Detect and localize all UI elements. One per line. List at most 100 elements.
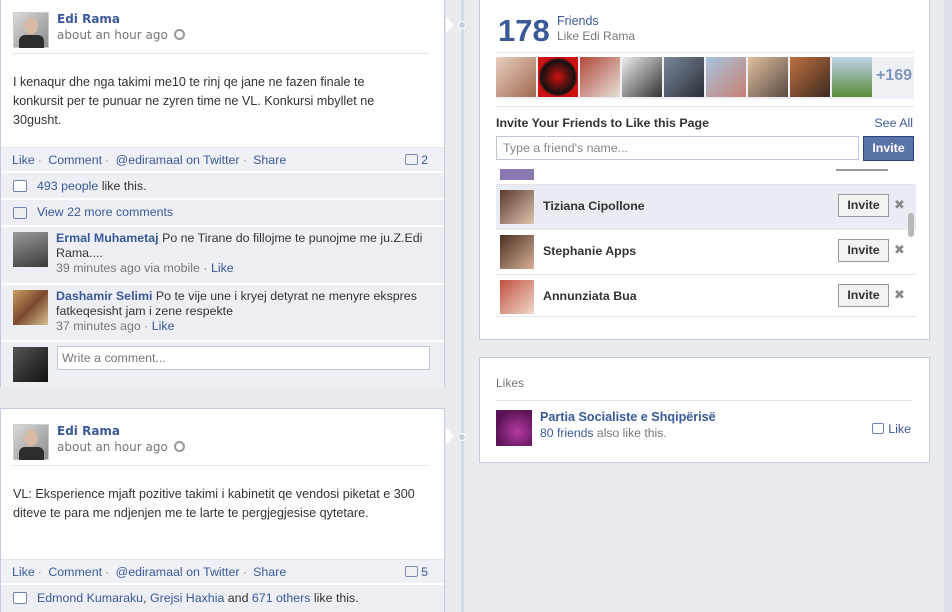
comment-like-link[interactable]: Like xyxy=(211,261,234,275)
comment-icon xyxy=(405,566,419,577)
comments-icon xyxy=(13,207,27,219)
timeline-marker xyxy=(458,21,466,29)
commenter-avatar[interactable] xyxy=(13,290,48,325)
commenter-name[interactable]: Ermal Muhametaj xyxy=(56,231,159,245)
invite-button-edge xyxy=(836,169,888,171)
page-avatar[interactable] xyxy=(496,410,532,446)
timeline-marker xyxy=(458,433,466,441)
post-author[interactable]: Edi Rama xyxy=(57,424,120,438)
invite-friend-button[interactable]: Invite xyxy=(838,239,889,262)
comment-icon xyxy=(405,154,419,165)
friend-photo[interactable] xyxy=(832,57,872,97)
friend-photo[interactable] xyxy=(622,57,662,97)
like-link[interactable]: Like xyxy=(12,565,35,579)
commenter-avatar[interactable] xyxy=(13,232,48,267)
likes-row: Edmond Kumaraku, Grejsi Haxhia and 671 o… xyxy=(1,584,444,612)
comment-time: 37 minutes ago xyxy=(56,319,141,333)
friends-title[interactable]: Friends xyxy=(557,14,599,28)
comment-link[interactable]: Comment xyxy=(48,153,102,167)
commenter-name[interactable]: Dashamir Selimi xyxy=(56,289,152,303)
page-like-button[interactable]: Like xyxy=(872,422,911,436)
twitter-link[interactable]: @ediramaal on Twitter xyxy=(116,565,240,579)
page-scroll-track[interactable] xyxy=(944,0,952,612)
viewer-avatar xyxy=(13,347,48,382)
divider xyxy=(13,53,429,54)
timeline-post: Edi Rama about an hour ago I kenaqur dhe… xyxy=(0,0,454,387)
friend-avatar xyxy=(500,235,534,269)
comment-input[interactable]: Write a comment... xyxy=(57,346,430,370)
divider xyxy=(495,52,914,53)
globe-icon xyxy=(173,441,185,452)
post-pointer xyxy=(446,428,454,444)
post-actions: Like · Comment · @ediramaal on Twitter · Sh… xyxy=(1,147,444,171)
friend-photo[interactable] xyxy=(496,57,536,97)
comment-link[interactable]: Comment xyxy=(48,565,102,579)
post-pointer xyxy=(446,17,454,33)
author-avatar[interactable] xyxy=(13,12,49,48)
friend-name-input[interactable]: Type a friend's name... xyxy=(496,136,859,160)
liked-page-friends: 80 friends also like this. xyxy=(540,426,667,440)
remove-icon[interactable]: ✖ xyxy=(894,198,905,213)
see-all-link[interactable]: See All xyxy=(874,116,913,130)
twitter-link[interactable]: @ediramaal on Twitter xyxy=(116,153,240,167)
liker-link[interactable]: Grejsi Haxhia xyxy=(150,591,224,605)
likes-row: 493 people like this. xyxy=(1,172,444,198)
invite-list-item: Tiziana Cipollone Invite ✖ xyxy=(496,184,916,229)
friend-avatar xyxy=(500,280,534,314)
post-text: I kenaqur dhe nga takimi me10 te rinj qe… xyxy=(13,75,375,127)
invite-list-item: Annunziata Bua Invite ✖ xyxy=(496,274,916,316)
likes-box: Likes Partia Socialiste e Shqipërisë 80 … xyxy=(479,357,930,463)
friend-photo[interactable] xyxy=(790,57,830,97)
likes-label: Likes xyxy=(496,376,525,390)
comment-count[interactable]: 5 xyxy=(405,565,428,579)
comment-item: Ermal Muhametaj Po ne Tirane do fillojme… xyxy=(1,226,444,283)
divider xyxy=(13,465,429,466)
friend-photo[interactable] xyxy=(664,57,704,97)
thumbs-up-icon xyxy=(13,592,27,604)
timeline-post: Edi Rama about an hour ago VL: Eksperien… xyxy=(0,408,454,612)
friends-box: 178 Friends Like Edi Rama +169 Invite Yo… xyxy=(479,0,930,340)
invite-list-scrollbar[interactable] xyxy=(908,213,914,237)
post-text: VL: Eksperience mjaft pozitive takimi i … xyxy=(13,487,415,520)
view-more-comments-link[interactable]: View 22 more comments xyxy=(37,205,173,219)
comment-like-link[interactable]: Like xyxy=(152,319,175,333)
remove-icon[interactable]: ✖ xyxy=(894,288,905,303)
divider xyxy=(496,400,913,401)
like-link[interactable]: Like xyxy=(12,153,35,167)
post-author[interactable]: Edi Rama xyxy=(57,12,120,26)
liked-page-name[interactable]: Partia Socialiste e Shqipërisë xyxy=(540,410,716,424)
friend-name: Stephanie Apps xyxy=(543,244,637,258)
view-more-row[interactable]: View 22 more comments xyxy=(1,199,444,225)
liker-link[interactable]: Edmond Kumaraku xyxy=(37,591,143,605)
post-timestamp[interactable]: about an hour ago xyxy=(57,28,185,42)
invite-list-item: Stephanie Apps Invite ✖ xyxy=(496,229,916,274)
post-timestamp[interactable]: about an hour ago xyxy=(57,440,185,454)
remove-icon[interactable]: ✖ xyxy=(894,243,905,258)
divider xyxy=(495,106,914,107)
others-link[interactable]: 671 others xyxy=(252,591,311,605)
friends-count[interactable]: 178 xyxy=(498,13,550,49)
friend-photo[interactable] xyxy=(580,57,620,97)
friend-avatar xyxy=(500,190,534,224)
invite-friend-button[interactable]: Invite xyxy=(838,284,889,307)
comment-count[interactable]: 2 xyxy=(405,153,428,167)
invite-friend-button[interactable]: Invite xyxy=(838,194,889,217)
share-link[interactable]: Share xyxy=(253,153,286,167)
invite-heading: Invite Your Friends to Like this Page xyxy=(496,116,709,130)
author-avatar[interactable] xyxy=(13,424,49,460)
post-actions: Like · Comment · @ediramaal on Twitter · Sh… xyxy=(1,559,444,583)
invite-list: Tiziana Cipollone Invite ✖ Stephanie App… xyxy=(496,169,916,317)
share-link[interactable]: Share xyxy=(253,565,286,579)
friend-photo[interactable] xyxy=(748,57,788,97)
more-friends-link[interactable]: +169 xyxy=(876,67,912,85)
thumbs-up-icon xyxy=(13,180,27,192)
invite-button[interactable]: Invite xyxy=(863,136,914,161)
friend-name: Tiziana Cipollone xyxy=(543,199,645,213)
friend-photo[interactable] xyxy=(538,57,578,97)
friends-subtitle: Like Edi Rama xyxy=(557,29,636,43)
thumbs-up-icon xyxy=(872,423,885,434)
likes-people-link[interactable]: 493 people xyxy=(37,179,98,193)
friend-photo[interactable] xyxy=(706,57,746,97)
timeline-spine xyxy=(461,0,464,612)
comment-item: Dashamir Selimi Po te vije une i kryej d… xyxy=(1,284,444,340)
